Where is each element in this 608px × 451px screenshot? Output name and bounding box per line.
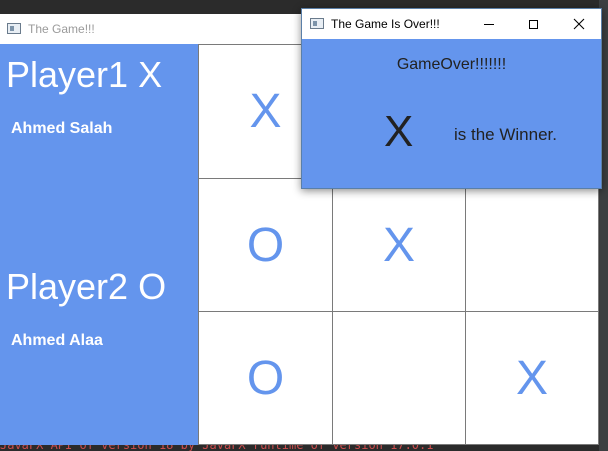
minimize-button[interactable] (466, 9, 511, 39)
dialog-window-icon (310, 18, 324, 29)
winner-text: is the Winner. (454, 125, 557, 144)
board-cell-7[interactable]: O (198, 311, 333, 445)
player1-name: Ahmed Salah (11, 120, 113, 137)
close-icon (573, 18, 584, 30)
game-over-message: GameOver!!!!!!! (396, 56, 507, 73)
winner-symbol: X (384, 107, 414, 156)
players-panel: Player1 X Ahmed Salah Player2 O Ahmed Al… (0, 44, 198, 445)
dialog-title: The Game Is Over!!! (331, 17, 440, 31)
board-cell-9[interactable]: X (465, 311, 599, 445)
app-window-icon (7, 23, 21, 34)
game-over-dialog: The Game Is Over!!! GameOver!!!!!!! X is… (301, 8, 602, 189)
player1-label: Player1 X (6, 54, 163, 95)
dialog-body: GameOver!!!!!!! X is the Winner. (302, 39, 601, 188)
board-cell-5[interactable]: X (332, 178, 466, 312)
game-window-title: The Game!!! (28, 22, 95, 36)
dialog-titlebar[interactable]: The Game Is Over!!! (302, 9, 601, 39)
maximize-icon (529, 19, 538, 29)
player2-label: Player2 O (6, 266, 167, 307)
player2-name: Ahmed Alaa (11, 332, 103, 349)
board-cell-6[interactable] (465, 178, 599, 312)
board-cell-4[interactable]: O (198, 178, 333, 312)
maximize-button[interactable] (511, 9, 556, 39)
board-cell-8[interactable] (332, 311, 466, 445)
close-button[interactable] (556, 9, 601, 39)
minimize-icon (483, 23, 494, 25)
